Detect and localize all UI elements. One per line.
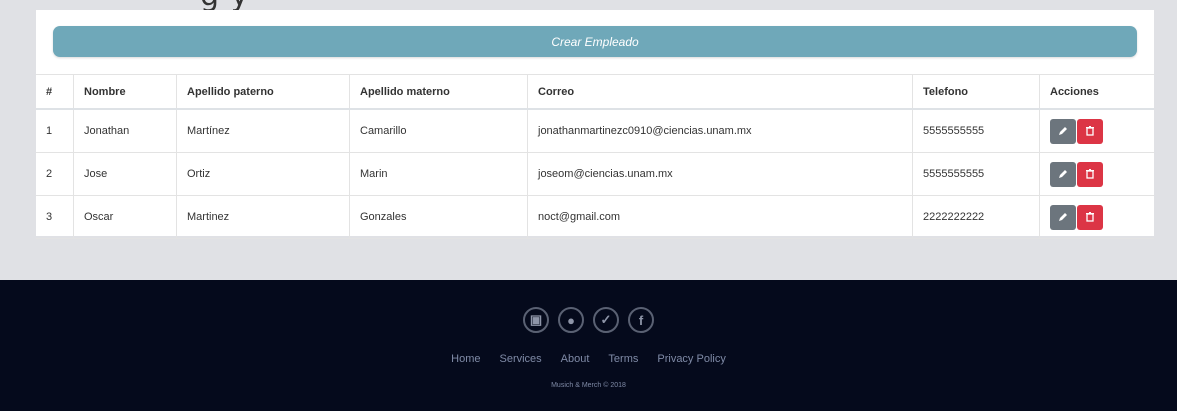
- social-links: ▣ ● ✓ f: [0, 307, 1177, 333]
- footer-link-privacy-policy[interactable]: Privacy Policy: [657, 353, 725, 365]
- employees-card: Crear Empleado # Nombre Apellido paterno…: [36, 10, 1154, 239]
- cell-acciones: [1039, 109, 1154, 153]
- cell-number: 1: [36, 109, 74, 153]
- table-row: 3 Oscar Martinez Gonzales noct@gmail.com…: [36, 195, 1154, 239]
- pencil-icon: [1059, 213, 1067, 221]
- cell-telefono: 5555555555: [912, 109, 1040, 153]
- col-number-header: #: [36, 74, 74, 110]
- col-acciones-header: Acciones: [1039, 74, 1154, 110]
- delete-button[interactable]: [1077, 161, 1103, 187]
- edit-button[interactable]: [1050, 161, 1076, 187]
- employees-table: # Nombre Apellido paterno Apellido mater…: [36, 74, 1154, 239]
- trash-icon: [1086, 212, 1094, 222]
- col-apellido-materno-header: Apellido materno: [349, 74, 528, 110]
- create-employee-button[interactable]: Crear Empleado: [53, 26, 1137, 57]
- table-header-row: # Nombre Apellido paterno Apellido mater…: [36, 74, 1154, 110]
- copyright-text: Musich & Merch © 2018: [551, 382, 626, 389]
- table-row: 2 Jose Ortiz Marin joseom@ciencias.unam.…: [36, 152, 1154, 196]
- facebook-icon[interactable]: f: [628, 307, 654, 333]
- cell-correo: noct@gmail.com: [527, 195, 913, 239]
- col-apellido-paterno-header: Apellido paterno: [176, 74, 350, 110]
- cell-apellido-materno: Camarillo: [349, 109, 528, 153]
- footer-link-services[interactable]: Services: [499, 353, 541, 365]
- cell-apellido-materno: Marin: [349, 152, 528, 196]
- cell-acciones: [1039, 152, 1154, 196]
- edit-button[interactable]: [1050, 118, 1076, 144]
- table-row: 1 Jonathan Martínez Camarillo jonathanma…: [36, 109, 1154, 153]
- cell-apellido-paterno: Martínez: [176, 109, 350, 153]
- cell-apellido-paterno: Martinez: [176, 195, 350, 239]
- col-telefono-header: Telefono: [912, 74, 1040, 110]
- cell-correo: jonathanmartinezc0910@ciencias.unam.mx: [527, 109, 913, 153]
- pencil-icon: [1059, 170, 1067, 178]
- twitter-icon[interactable]: ✓: [593, 307, 619, 333]
- top-area: g y: [0, 0, 1177, 13]
- col-nombre-header: Nombre: [73, 74, 177, 110]
- footer-links: Home Services About Terms Privacy Policy: [0, 353, 1177, 365]
- cell-telefono: 5555555555: [912, 152, 1040, 196]
- cell-nombre: Jose: [73, 152, 177, 196]
- cell-nombre: Oscar: [73, 195, 177, 239]
- cell-acciones: [1039, 195, 1154, 239]
- cell-number: 3: [36, 195, 74, 239]
- site-footer: ▣ ● ✓ f Home Services About Terms Privac…: [0, 280, 1177, 411]
- delete-button[interactable]: [1077, 118, 1103, 144]
- footer-link-terms[interactable]: Terms: [608, 353, 638, 365]
- cell-apellido-paterno: Ortiz: [176, 152, 350, 196]
- footer-link-about[interactable]: About: [561, 353, 590, 365]
- cell-nombre: Jonathan: [73, 109, 177, 153]
- col-correo-header: Correo: [527, 74, 913, 110]
- trash-icon: [1086, 126, 1094, 136]
- cell-telefono: 2222222222: [912, 195, 1040, 239]
- trash-icon: [1086, 169, 1094, 179]
- pencil-icon: [1059, 127, 1067, 135]
- snapchat-icon[interactable]: ●: [558, 307, 584, 333]
- cell-number: 2: [36, 152, 74, 196]
- footer-link-home[interactable]: Home: [451, 353, 480, 365]
- cell-apellido-materno: Gonzales: [349, 195, 528, 239]
- delete-button[interactable]: [1077, 204, 1103, 230]
- instagram-icon[interactable]: ▣: [523, 307, 549, 333]
- edit-button[interactable]: [1050, 204, 1076, 230]
- cell-correo: joseom@ciencias.unam.mx: [527, 152, 913, 196]
